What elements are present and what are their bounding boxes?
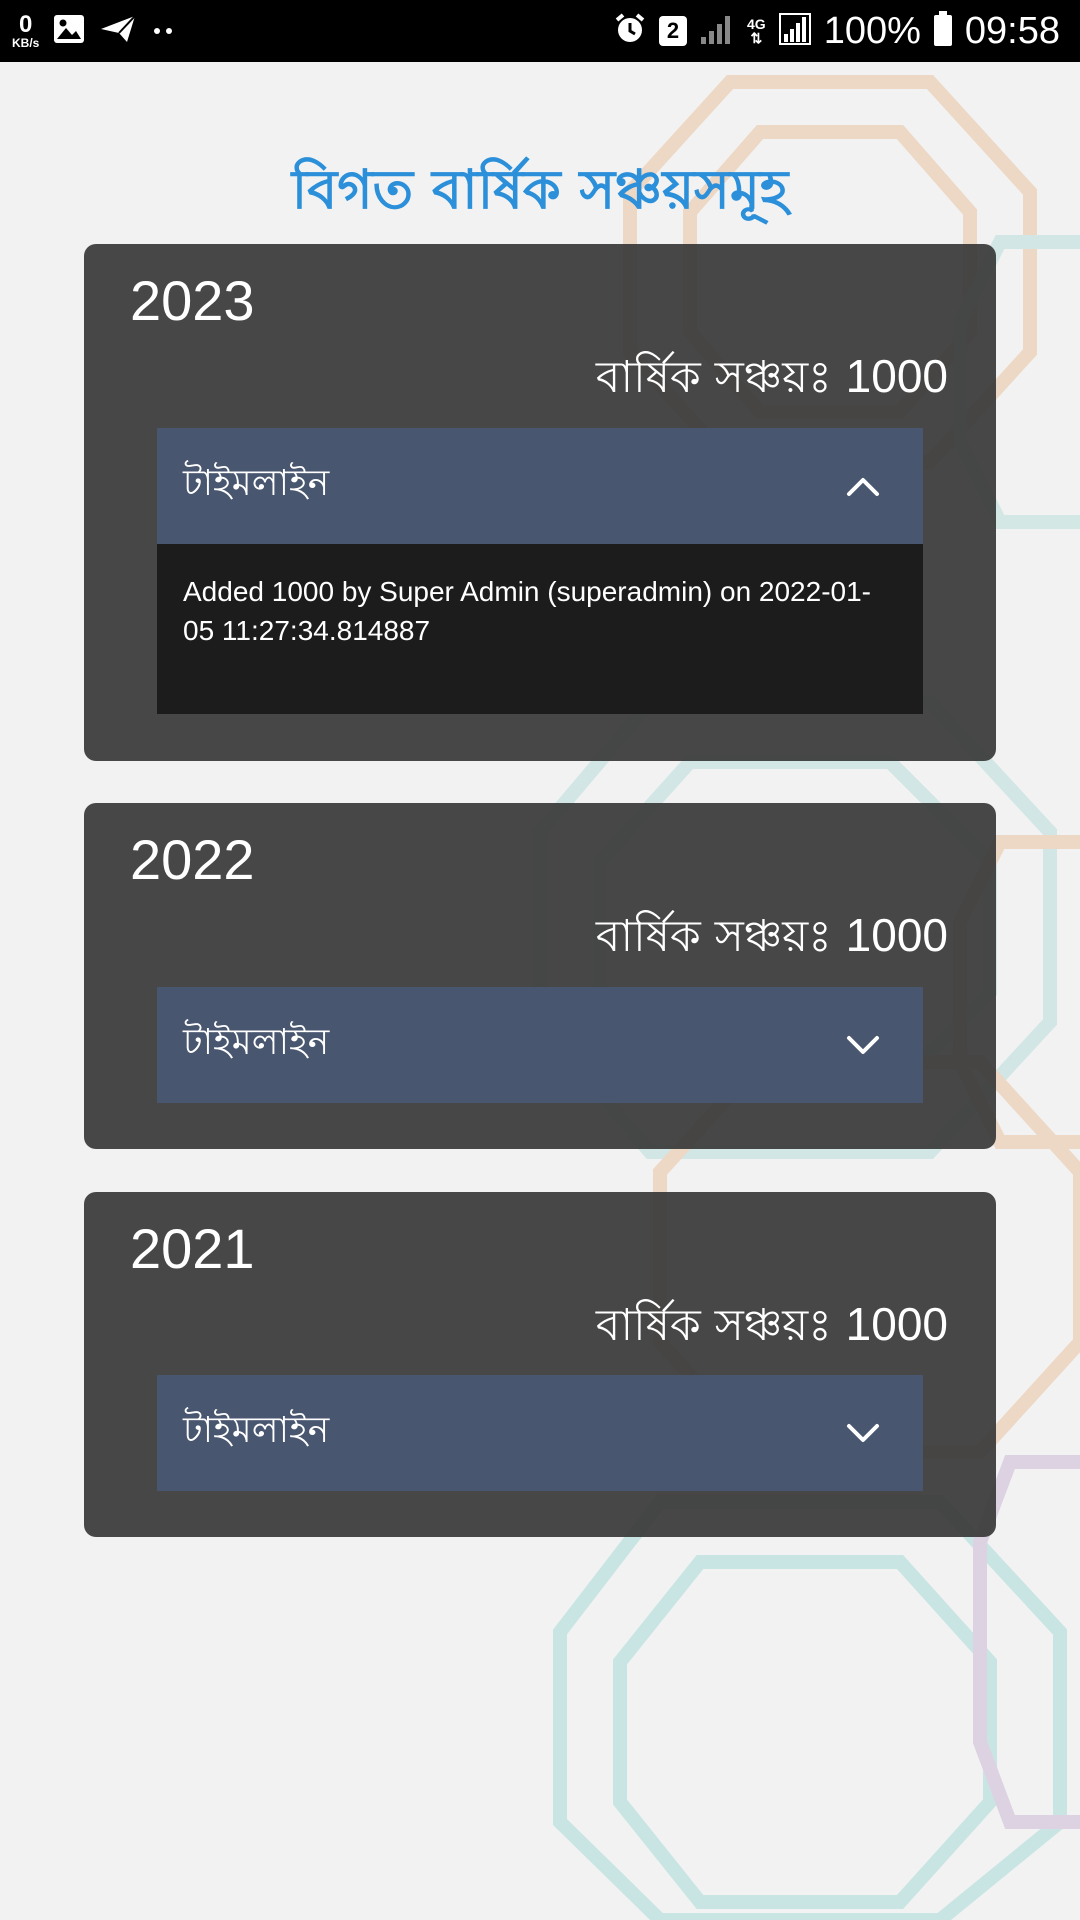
timeline-toggle[interactable]: টাইমলাইন <box>157 1375 923 1491</box>
page-title: বিগত বার্ষিক সঞ্চয়সমূহ <box>291 158 789 221</box>
year-card-2022: 2022 বার্ষিক সঞ্চয়ঃ 1000 টাইমলাইন <box>84 803 996 1149</box>
timeline-body: Added 1000 by Super Admin (superadmin) o… <box>157 544 923 714</box>
annual-savings: বার্ষিক সঞ্চয়ঃ 1000 <box>596 903 948 976</box>
alarm-icon <box>613 12 647 50</box>
send-icon <box>99 14 137 48</box>
image-icon <box>53 14 85 48</box>
annual-savings: বার্ষিক সঞ্চয়ঃ 1000 <box>596 1292 948 1365</box>
annual-savings-label: বার্ষিক সঞ্চয়ঃ <box>595 1300 832 1351</box>
sim-slot-badge: 2 <box>659 16 688 46</box>
signal-icon <box>699 13 735 49</box>
timeline-label: টাইমলাইন <box>183 1410 330 1451</box>
annual-savings-label: বার্ষিক সঞ্চয়ঃ <box>595 911 832 962</box>
annual-savings-amount: 1000 <box>845 909 948 961</box>
timeline-label: টাইমলাইন <box>183 1022 330 1063</box>
timeline-label: টাইমলাইন <box>183 463 330 504</box>
year-card-2023: 2023 বার্ষিক সঞ্চয়ঃ 1000 টাইমলাইন Added… <box>84 244 996 761</box>
battery-icon <box>933 11 953 51</box>
year-card-2021: 2021 বার্ষিক সঞ্চয়ঃ 1000 টাইমলাইন <box>84 1192 996 1537</box>
more-dots-icon <box>151 22 177 41</box>
card-year: 2023 <box>130 269 255 332</box>
chevron-down-icon <box>843 1413 883 1453</box>
timeline-entry: Added 1000 by Super Admin (superadmin) o… <box>183 576 871 646</box>
battery-percent: 100% <box>823 9 921 52</box>
network-type: 4G ⇅ <box>747 17 766 45</box>
card-year: 2022 <box>130 828 255 891</box>
annual-savings-amount: 1000 <box>845 350 948 402</box>
network-speed: 0 KB/s <box>12 11 40 50</box>
timeline-toggle[interactable]: টাইমলাইন <box>157 987 923 1103</box>
timeline-toggle[interactable]: টাইমলাইন <box>157 428 923 544</box>
chevron-down-icon <box>843 1025 883 1065</box>
clock: 09:58 <box>964 9 1060 52</box>
network-type-label: 4G <box>747 16 766 32</box>
annual-savings-label: বার্ষিক সঞ্চয়ঃ <box>595 352 832 403</box>
network-speed-value: 0 <box>18 11 33 38</box>
data-arrows-icon: ⇅ <box>750 30 763 46</box>
network-speed-unit: KB/s <box>12 36 40 50</box>
signal-icon <box>778 12 812 50</box>
annual-savings-amount: 1000 <box>845 1298 948 1350</box>
annual-savings: বার্ষিক সঞ্চয়ঃ 1000 <box>596 344 948 417</box>
chevron-up-icon <box>843 466 883 506</box>
card-year: 2021 <box>130 1217 255 1280</box>
status-bar: 0 KB/s 2 4G ⇅ 100% 09:58 <box>0 0 1080 62</box>
